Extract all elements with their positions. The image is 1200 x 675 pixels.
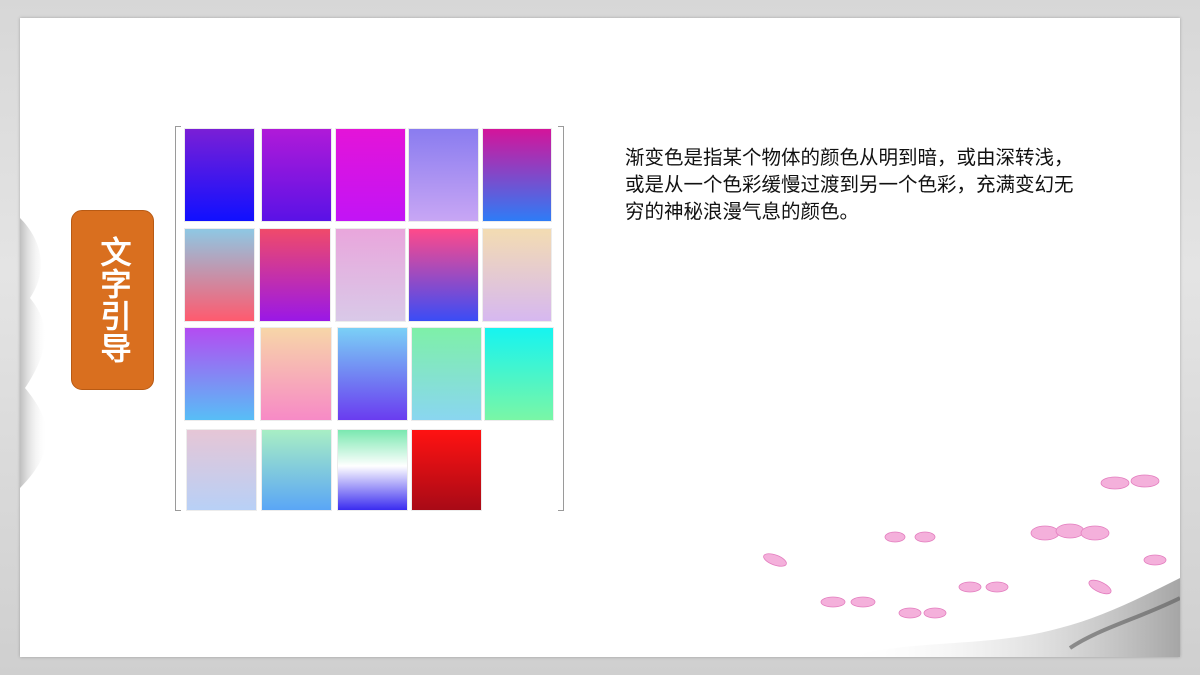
gradient-swatch [184, 128, 255, 222]
gradient-swatch [408, 228, 479, 322]
gradient-swatch [484, 327, 554, 421]
description-text: 渐变色是指某个物体的颜色从明到暗，或由深转浅，或是从一个色彩缓慢过渡到另一个色彩… [625, 146, 1074, 223]
gradient-swatch [261, 429, 332, 511]
gradient-swatch [482, 228, 552, 322]
section-title-tab: 文字引导 [71, 210, 154, 390]
gradient-swatch [337, 327, 408, 421]
petals-decoration [763, 474, 1167, 619]
gradient-palette [175, 126, 564, 511]
gradient-swatch [408, 128, 479, 222]
gradient-swatch [184, 228, 255, 322]
gradient-swatch [337, 429, 408, 511]
palette-bracket-right [558, 126, 564, 511]
gradient-swatch [335, 128, 406, 222]
gradient-swatch [482, 128, 552, 222]
gradient-swatch [411, 429, 482, 511]
palette-bracket-left [175, 126, 181, 511]
gradient-swatch [261, 128, 332, 222]
gradient-swatch [259, 228, 331, 322]
gradient-swatch [184, 327, 255, 421]
section-title: 文字引导 [94, 236, 131, 364]
gradient-swatch [260, 327, 332, 421]
ink-branch-decoration [844, 578, 1180, 657]
gradient-swatch [186, 429, 257, 511]
gradient-swatch [411, 327, 482, 421]
slide-frame: 文字引导 渐变色是指某个物体的颜色从明到暗，或由深转浅，或是从一个色彩缓慢过渡到… [20, 18, 1180, 657]
gradient-swatch [335, 228, 406, 322]
